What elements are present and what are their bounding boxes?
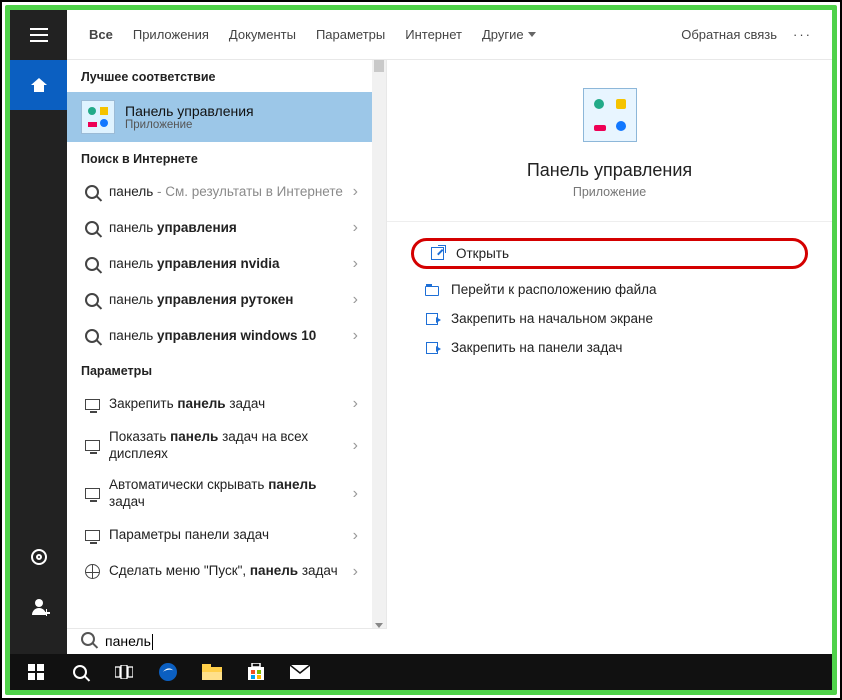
web-result-row[interactable]: панель управления windows 10 › [67, 318, 372, 354]
tab-more[interactable]: Другие [472, 10, 546, 59]
taskbar [10, 654, 832, 690]
search-icon [81, 257, 103, 271]
taskbar-app-edge[interactable] [146, 654, 190, 690]
tab-web[interactable]: Интернет [395, 10, 472, 59]
chevron-right-icon: › [353, 291, 358, 309]
taskbar-app-store[interactable] [234, 654, 278, 690]
globe-icon [81, 564, 103, 579]
chevron-right-icon: › [353, 395, 358, 413]
pin-icon [421, 342, 443, 354]
results-scrollbar[interactable] [372, 60, 386, 630]
tab-all[interactable]: Все [79, 10, 123, 59]
task-view-button[interactable] [102, 654, 146, 690]
monitor-icon [81, 488, 103, 499]
web-result-row[interactable]: панель управления рутокен › [67, 282, 372, 318]
chevron-down-icon [528, 32, 536, 37]
file-explorer-icon [202, 664, 222, 680]
chevron-right-icon: › [353, 255, 358, 273]
menu-button[interactable] [10, 10, 67, 60]
settings-result-row[interactable]: Закрепить панель задач › [67, 386, 372, 422]
detail-title: Панель управления [527, 160, 692, 181]
chevron-right-icon: › [353, 563, 358, 581]
best-match-item[interactable]: Панель управления Приложение [67, 92, 372, 142]
home-icon [31, 78, 47, 92]
detail-subtitle: Приложение [573, 185, 646, 199]
mail-icon [290, 665, 310, 679]
taskbar-search-button[interactable] [58, 654, 102, 690]
folder-icon [421, 284, 443, 296]
chevron-right-icon: › [353, 183, 358, 201]
tab-apps[interactable]: Приложения [123, 10, 219, 59]
settings-result-row[interactable]: Показать панель задач на всех дисплеях › [67, 422, 372, 470]
chevron-right-icon: › [353, 527, 358, 545]
monitor-icon [81, 399, 103, 410]
settings-result-row[interactable]: Сделать меню "Пуск", панель задач › [67, 554, 372, 590]
action-open[interactable]: Открыть [411, 238, 808, 269]
chevron-right-icon: › [353, 485, 358, 503]
web-result-row[interactable]: панель управления nvidia › [67, 246, 372, 282]
pin-icon [421, 313, 443, 325]
group-header-web: Поиск в Интернете [67, 142, 372, 174]
search-icon [73, 665, 87, 679]
search-input[interactable]: панель [67, 628, 387, 654]
search-icon [81, 293, 103, 307]
edge-icon [158, 662, 178, 682]
search-icon [81, 221, 103, 235]
web-result-row[interactable]: панель управления › [67, 210, 372, 246]
taskbar-app-mail[interactable] [278, 654, 322, 690]
chevron-right-icon: › [353, 327, 358, 345]
search-icon [81, 185, 103, 199]
control-panel-icon [81, 100, 115, 134]
taskbar-app-explorer[interactable] [190, 654, 234, 690]
home-button[interactable] [10, 60, 67, 110]
chevron-right-icon: › [353, 219, 358, 237]
start-button[interactable] [14, 654, 58, 690]
best-match-title: Панель управления [125, 103, 254, 119]
search-panel: Все Приложения Документы Параметры Интер… [67, 10, 832, 630]
hamburger-icon [30, 34, 48, 36]
open-icon [426, 247, 448, 260]
overflow-menu-button[interactable]: ··· [785, 27, 820, 42]
results-list: Лучшее соответствие [67, 60, 387, 630]
settings-button[interactable] [10, 532, 67, 582]
settings-result-row[interactable]: Автоматически скрывать панель задач › [67, 470, 372, 518]
control-panel-large-icon [583, 88, 637, 142]
feedback-link[interactable]: Обратная связь [673, 27, 785, 42]
settings-result-row[interactable]: Параметры панели задач › [67, 518, 372, 554]
windows-logo-icon [28, 664, 44, 680]
filter-tabs: Все Приложения Документы Параметры Интер… [67, 10, 832, 60]
detail-pane: Панель управления Приложение Открыть Пер… [387, 60, 832, 630]
store-icon [247, 663, 265, 681]
left-navigation-rail [10, 10, 67, 690]
search-icon [81, 632, 101, 651]
person-add-icon [31, 599, 47, 615]
search-query-text: панель [105, 633, 151, 649]
best-match-subtitle: Приложение [125, 119, 254, 131]
monitor-icon [81, 530, 103, 541]
account-button[interactable] [10, 582, 67, 632]
tab-documents[interactable]: Документы [219, 10, 306, 59]
task-view-icon [115, 665, 133, 679]
tab-settings[interactable]: Параметры [306, 10, 395, 59]
chevron-right-icon: › [353, 437, 358, 455]
monitor-icon [81, 440, 103, 451]
action-open-location[interactable]: Перейти к расположению файла [411, 275, 808, 304]
text-caret [152, 634, 153, 650]
action-pin-start[interactable]: Закрепить на начальном экране [411, 304, 808, 333]
group-header-best-match: Лучшее соответствие [67, 60, 372, 92]
web-result-row[interactable]: панель - См. результаты в Интернете › [67, 174, 372, 210]
gear-icon [31, 549, 47, 565]
action-pin-taskbar[interactable]: Закрепить на панели задач [411, 333, 808, 362]
search-icon [81, 329, 103, 343]
group-header-settings: Параметры [67, 354, 372, 386]
